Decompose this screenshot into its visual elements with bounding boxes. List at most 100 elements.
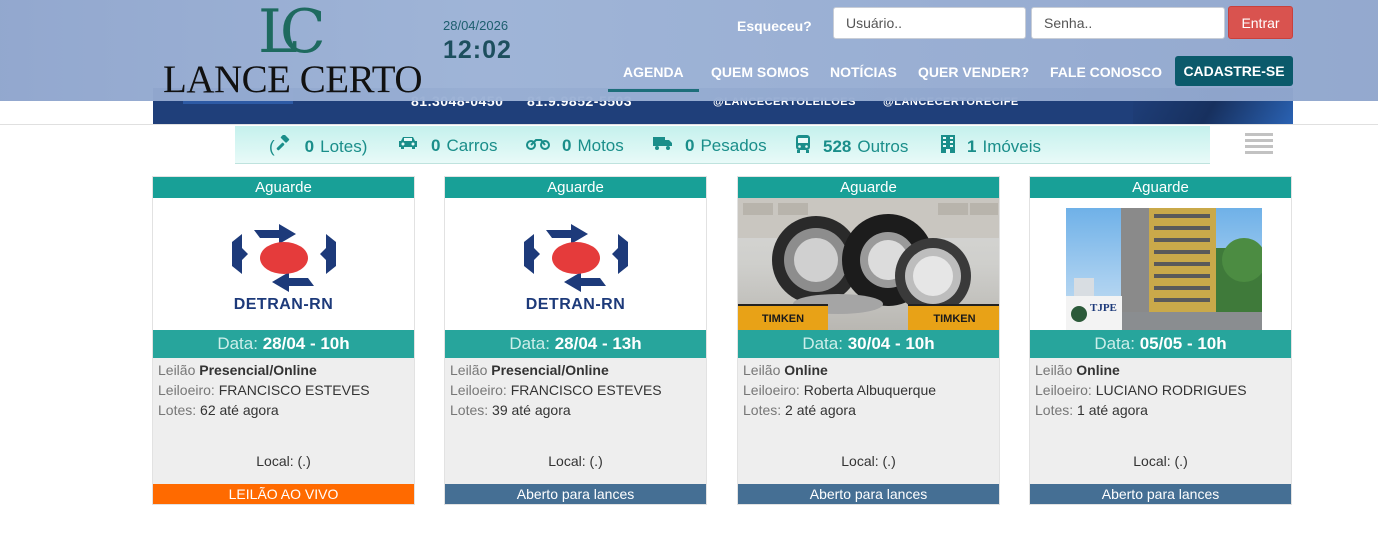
timken-box-right: TIMKEN (908, 304, 999, 330)
card-image[interactable]: TIMKEN TIMKEN (738, 198, 999, 330)
card-auctioneer-label: Leiloeiro: (1035, 382, 1092, 398)
card-auctioneer-label: Leiloeiro: (450, 382, 507, 398)
card-lots-label: Lotes: (158, 402, 197, 418)
username-input[interactable] (833, 7, 1026, 39)
nav-quer-vender[interactable]: QUER VENDER? (918, 64, 1029, 80)
category-count: 0 (562, 135, 572, 155)
category-pesados[interactable]: 0 Pesados (653, 135, 767, 156)
card-type-label: Leilão (450, 362, 488, 378)
auction-card[interactable]: Aguarde DETRAN-RN Data: 28/04 - 10h Leil… (152, 176, 415, 505)
card-auctioneer-label: Leiloeiro: (158, 382, 215, 398)
card-lots-value: 2 até agora (785, 402, 856, 418)
register-button[interactable]: CADASTRE-SE (1175, 56, 1293, 86)
category-count: 0 (304, 136, 315, 156)
card-date: Data: 28/04 - 13h (445, 330, 706, 358)
card-lots-value: 39 até agora (492, 402, 571, 418)
motorcycle-icon (526, 135, 550, 156)
card-type-label: Leilão (158, 362, 196, 378)
category-label: Carros (446, 135, 498, 155)
category-label: Lotes) (320, 136, 368, 156)
auction-card[interactable]: Aguarde TJPE Data: 05/05 - 10h Leilão On… (1029, 176, 1292, 505)
car-icon (397, 135, 419, 156)
card-auctioneer-value: FRANCISCO ESTEVES (510, 382, 662, 398)
building-photo: TJPE (1066, 208, 1262, 330)
card-date-label: Data: (509, 334, 550, 353)
clock-date: 28/04/2026 (443, 18, 509, 33)
nav-agenda[interactable]: AGENDA (608, 64, 699, 92)
card-local: Local: (.) (841, 453, 896, 469)
category-label: Imóveis (982, 136, 1042, 156)
building-icon (941, 135, 955, 158)
category-count: 1 (967, 136, 977, 156)
card-type-label: Leilão (743, 362, 781, 378)
category-imoveis[interactable]: 1 Imóveis (941, 135, 1041, 158)
card-date-value: 30/04 - 10h (847, 334, 935, 353)
card-lots-value: 1 até agora (1077, 402, 1148, 418)
card-local: Local: (.) (548, 453, 603, 469)
card-date-label: Data: (217, 334, 258, 353)
nav-quem-somos[interactable]: QUEM SOMOS (711, 64, 809, 80)
detran-logo: DETRAN-RN (516, 224, 636, 314)
card-date-value: 28/04 - 10h (262, 334, 350, 353)
card-auctioneer-value: FRANCISCO ESTEVES (218, 382, 370, 398)
card-status-bottom[interactable]: Aberto para lances (1030, 484, 1291, 504)
password-input[interactable] (1031, 7, 1225, 39)
category-count: 528 (823, 136, 852, 156)
auction-card[interactable]: Aguarde TIMKEN TIMKEN Data: 30/04 - 10h (737, 176, 1000, 505)
card-date-label: Data: (1094, 334, 1135, 353)
card-type-value: Online (784, 362, 828, 378)
card-date-label: Data: (802, 334, 843, 353)
timken-box-left: TIMKEN (738, 304, 828, 330)
tjpe-logo-text: TJPE (1090, 302, 1117, 314)
card-type-label: Leilão (1035, 362, 1073, 378)
card-local: Local: (.) (256, 453, 311, 469)
card-status-top: Aguarde (445, 177, 706, 198)
site-header: LC LANCE CERTO 28/04/2026 12:02 Esqueceu… (0, 0, 1378, 101)
nav-fale-conosco[interactable]: FALE CONOSCO (1050, 64, 1162, 80)
card-date: Data: 05/05 - 10h (1030, 330, 1291, 358)
card-status-bottom[interactable]: Aberto para lances (738, 484, 999, 504)
card-info: Leilão Presencial/Online Leiloeiro: FRAN… (445, 358, 706, 422)
category-count: 0 (431, 135, 441, 155)
card-auctioneer-value: Roberta Albuquerque (803, 382, 937, 398)
card-image-caption: DETRAN-RN (233, 296, 334, 313)
card-status-top: Aguarde (153, 177, 414, 198)
card-status-bottom[interactable]: LEILÃO AO VIVO (153, 484, 414, 504)
bearings-photo: TIMKEN TIMKEN (738, 198, 999, 330)
bus-icon (795, 135, 811, 158)
category-bar: ( 0 Lotes) 0 Carros 0 Motos 0 Pesados 52… (235, 126, 1210, 164)
card-lots-value: 62 até agora (200, 402, 279, 418)
auction-card[interactable]: Aguarde DETRAN-RN Data: 28/04 - 13h Leil… (444, 176, 707, 505)
truck-icon (653, 135, 673, 156)
card-auctioneer-value: LUCIANO RODRIGUES (1095, 382, 1247, 398)
card-info: Leilão Online Leiloeiro: LUCIANO RODRIGU… (1030, 358, 1291, 422)
gavel-icon (275, 134, 293, 158)
category-label: Pesados (700, 135, 767, 155)
card-status-bottom[interactable]: Aberto para lances (445, 484, 706, 504)
card-date: Data: 28/04 - 10h (153, 330, 414, 358)
category-count: 0 (685, 135, 695, 155)
list-view-icon[interactable] (1245, 133, 1273, 155)
category-label: Outros (857, 136, 909, 156)
card-local: Local: (.) (1133, 453, 1188, 469)
card-status-top: Aguarde (1030, 177, 1291, 198)
category-outros[interactable]: 528 Outros (795, 135, 908, 158)
category-label: Motos (577, 135, 624, 155)
main-nav: AGENDA QUEM SOMOS NOTÍCIAS QUER VENDER? … (0, 56, 1378, 92)
category-motos[interactable]: 0 Motos (526, 135, 624, 156)
detran-logo: DETRAN-RN (224, 224, 344, 314)
card-info: Leilão Presencial/Online Leiloeiro: FRAN… (153, 358, 414, 422)
card-info: Leilão Online Leiloeiro: Roberta Albuque… (738, 358, 999, 422)
login-button[interactable]: Entrar (1228, 6, 1293, 39)
nav-noticias[interactable]: NOTÍCIAS (830, 64, 897, 80)
category-lotes[interactable]: ( 0 Lotes) (269, 134, 368, 158)
forgot-password-link[interactable]: Esqueceu? (737, 18, 812, 34)
card-image[interactable]: TJPE (1030, 198, 1291, 330)
card-image[interactable]: DETRAN-RN (153, 198, 414, 330)
card-type-value: Presencial/Online (491, 362, 609, 378)
header-divider (0, 124, 1378, 125)
category-carros[interactable]: 0 Carros (397, 135, 497, 156)
card-image[interactable]: DETRAN-RN (445, 198, 706, 330)
card-auctioneer-label: Leiloeiro: (743, 382, 800, 398)
card-image-caption: DETRAN-RN (525, 296, 626, 313)
